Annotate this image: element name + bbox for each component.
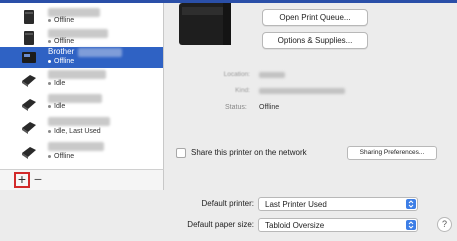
help-button[interactable]: ? [437,217,452,232]
options-supplies-button[interactable]: Options & Supplies... [262,32,368,49]
location-label: Location: [223,71,250,78]
printer-name-blurred [48,70,106,79]
printer-name-blurred [48,94,102,103]
default-paper-size-value: Tabloid Oversize [265,221,325,230]
printer-status: Offline [48,17,74,24]
printer-row[interactable]: Idle [0,69,163,90]
status-value: Offline [259,104,280,111]
label-printer-icon [22,75,36,87]
printer-row[interactable]: Idle [0,93,163,114]
printer-list[interactable]: Offline Offline Brother Offline Idle Idl… [0,3,164,169]
printer-image-icon [179,3,231,45]
popup-arrows-icon [406,199,416,209]
default-printer-select[interactable]: Last Printer Used [258,197,418,211]
status-label: Status: [225,104,247,111]
kind-value-blurred [259,88,345,94]
label-printer-icon [22,52,36,63]
printer-row-selected[interactable]: Brother Offline [0,47,163,68]
printer-row[interactable]: Offline [0,141,163,162]
printer-name-blurred [48,142,104,151]
label-printer-icon [22,147,36,159]
printer-name-blurred [48,8,100,17]
printer-status: Idle [48,103,65,110]
printer-name: Brother [48,47,75,56]
laser-printer-icon [24,31,34,45]
default-printer-value: Last Printer Used [265,200,327,209]
printer-name-blurred [48,117,110,126]
kind-label: Kind: [235,87,250,94]
share-printer-checkbox[interactable] [176,148,186,158]
printer-row[interactable]: Offline [0,7,163,28]
printer-name-blurred [78,48,122,57]
printer-status: Offline [48,38,74,45]
printer-name-blurred [48,29,108,38]
printer-status: Idle, Last Used [48,128,101,135]
label-printer-icon [22,99,36,111]
printer-status: Offline [48,153,74,160]
default-paper-size-label: Default paper size: [187,220,254,229]
remove-printer-button[interactable]: − [31,172,45,188]
printer-row[interactable]: Offline [0,28,163,49]
printer-row[interactable]: Idle, Last Used [0,116,163,137]
default-paper-size-select[interactable]: Tabloid Oversize [258,218,418,232]
printer-status: Idle [48,80,65,87]
printer-status: Offline [48,58,74,65]
add-printer-button[interactable]: + [14,172,30,188]
open-print-queue-button[interactable]: Open Print Queue... [262,9,368,26]
location-value-blurred [259,72,285,78]
sharing-preferences-button[interactable]: Sharing Preferences... [347,146,437,160]
laser-printer-icon [24,10,34,24]
label-printer-icon [22,122,36,134]
popup-arrows-icon [406,220,416,230]
default-printer-label: Default printer: [201,199,254,208]
share-printer-label: Share this printer on the network [191,148,307,157]
